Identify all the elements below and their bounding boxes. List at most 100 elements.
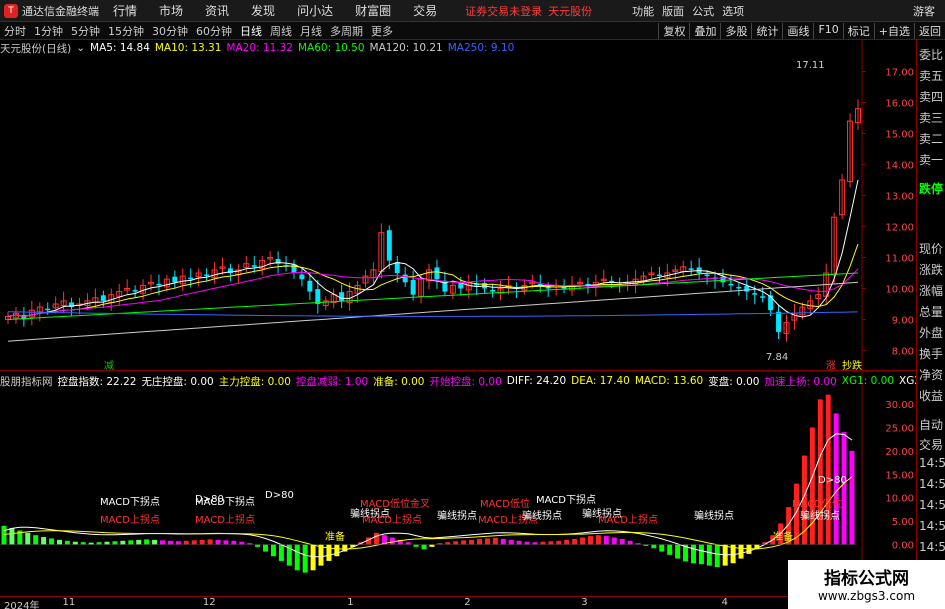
period-more[interactable]: 更多 bbox=[367, 23, 397, 39]
side-panel-item[interactable]: 收益 bbox=[919, 387, 945, 404]
side-panel-item[interactable]: 卖一 bbox=[919, 151, 945, 168]
watermark-url: www.zbgs3.com bbox=[817, 589, 916, 603]
side-panel-item[interactable]: 涨幅 bbox=[919, 282, 945, 299]
macd-bar bbox=[540, 541, 546, 545]
macd-tick: 0.00 bbox=[892, 541, 914, 552]
macd-bar bbox=[405, 542, 411, 545]
price-tick: 10.00 bbox=[885, 285, 914, 296]
macd-bar bbox=[627, 540, 633, 545]
indicator-value-12: XG1: 0.00 bbox=[841, 375, 895, 387]
side-panel-item[interactable]: 14:56 bbox=[919, 519, 945, 533]
add-watchlist-button[interactable]: +自选 bbox=[873, 22, 914, 39]
period-30min[interactable]: 30分钟 bbox=[148, 23, 192, 39]
period-weekly[interactable]: 周线 bbox=[266, 23, 296, 39]
macd-bar bbox=[152, 539, 158, 545]
menu-exchange[interactable]: 市场 bbox=[159, 2, 183, 19]
period-1min[interactable]: 1分钟 bbox=[30, 23, 67, 39]
period-5min[interactable]: 5分钟 bbox=[67, 23, 104, 39]
period-tick[interactable]: 分时 bbox=[0, 23, 30, 39]
side-panel-item[interactable]: 总量 bbox=[919, 303, 945, 320]
chevron-down-icon[interactable]: ⌄ bbox=[76, 42, 85, 54]
macd-bar bbox=[215, 539, 221, 545]
macd-bar bbox=[72, 541, 78, 545]
indicator-chart[interactable]: 30.00 25.00 20.00 15.00 10.00 5.00 0.00 MACD下拐… bbox=[0, 372, 916, 594]
menu-discover[interactable]: 发现 bbox=[251, 2, 275, 19]
period-toolbar: 分时 1分钟 5分钟 15分钟 30分钟 60分钟 日线 周线 月线 多周期 更… bbox=[0, 22, 945, 40]
side-panel-item[interactable]: 14:56 bbox=[919, 498, 945, 512]
draw-line-button[interactable]: 画线 bbox=[782, 22, 813, 39]
menu-layout[interactable]: 版面 bbox=[662, 3, 684, 19]
macd-bar bbox=[595, 535, 601, 545]
app-title: 通达信金融终端 bbox=[22, 4, 99, 18]
macd-bar bbox=[421, 544, 427, 550]
macd-bar bbox=[302, 544, 308, 573]
indicator-value-6: 开始控盘: 0.00 bbox=[429, 375, 502, 388]
side-panel-item[interactable]: 14:56 bbox=[919, 540, 945, 554]
side-panel-item[interactable]: 涨跌 bbox=[919, 261, 945, 278]
indicator-value-0: 股朋指标网 bbox=[0, 375, 53, 388]
side-panel-item[interactable]: 14:56 bbox=[919, 477, 945, 491]
side-panel-item[interactable]: 卖五 bbox=[919, 67, 945, 84]
macd-bar bbox=[572, 538, 578, 545]
f10-button[interactable]: F10 bbox=[813, 22, 842, 39]
side-panel-item[interactable]: 卖二 bbox=[919, 130, 945, 147]
overlay-button[interactable]: 叠加 bbox=[689, 22, 720, 39]
macd-bar bbox=[492, 537, 498, 545]
app-logo-icon: T bbox=[4, 3, 18, 18]
signal-annotation: MACD下拐点 bbox=[195, 495, 255, 508]
macd-bar bbox=[49, 538, 55, 545]
signal-label-sell: 减 bbox=[104, 360, 114, 370]
side-panel-item[interactable]: 外盘 bbox=[919, 324, 945, 341]
macd-bar bbox=[191, 540, 197, 545]
menu-ask[interactable]: 问小达 bbox=[297, 2, 333, 19]
period-60min[interactable]: 60分钟 bbox=[192, 23, 236, 39]
side-panel-item[interactable]: 14:56 bbox=[919, 456, 945, 470]
menu-formula[interactable]: 公式 bbox=[692, 3, 714, 19]
macd-bar bbox=[128, 540, 134, 545]
macd-bar bbox=[532, 542, 538, 545]
pane-divider[interactable] bbox=[0, 370, 916, 371]
menu-trade[interactable]: 交易 bbox=[413, 2, 437, 19]
menu-function[interactable]: 功能 bbox=[632, 3, 654, 19]
candlestick-chart[interactable]: 17.00 16.00 15.00 14.00 13.00 12.00 11.00 10.00… bbox=[0, 40, 916, 370]
side-panel-item[interactable]: 现价 bbox=[919, 240, 945, 257]
side-panel-item[interactable]: 净资 bbox=[919, 366, 945, 383]
side-panel-item[interactable]: 交易 bbox=[919, 436, 945, 453]
low-price-label: 7.84 bbox=[766, 352, 788, 363]
macd-bar bbox=[9, 528, 15, 545]
period-15min[interactable]: 15分钟 bbox=[104, 23, 148, 39]
candle-body bbox=[251, 265, 257, 267]
candle-body bbox=[188, 277, 194, 280]
price-tick: 8.00 bbox=[892, 347, 914, 358]
macd-bar bbox=[698, 544, 704, 565]
date-tick: 3 bbox=[581, 597, 588, 608]
period-multi[interactable]: 多周期 bbox=[326, 23, 367, 39]
side-panel-item[interactable]: 卖三 bbox=[919, 109, 945, 126]
period-daily[interactable]: 日线 bbox=[236, 23, 266, 39]
menu-market[interactable]: 行情 bbox=[113, 2, 137, 19]
restore-right-button[interactable]: 复权 bbox=[658, 22, 689, 39]
side-panel-item[interactable]: 换手 bbox=[919, 345, 945, 362]
macd-bar bbox=[334, 544, 340, 557]
side-panel-item[interactable]: 卖四 bbox=[919, 88, 945, 105]
multi-stock-button[interactable]: 多股 bbox=[720, 22, 751, 39]
macd-tick: 25.00 bbox=[885, 423, 914, 434]
macd-bar bbox=[675, 544, 681, 559]
period-monthly[interactable]: 月线 bbox=[296, 23, 326, 39]
side-panel-item[interactable]: 自动 bbox=[919, 416, 945, 433]
back-button[interactable]: 返回 bbox=[914, 22, 945, 39]
statistics-button[interactable]: 统计 bbox=[751, 22, 782, 39]
guest-label[interactable]: 游客 bbox=[913, 3, 935, 19]
stock-name-title: 天元股份 bbox=[548, 4, 593, 18]
indicator-value-2: 无庄控盘: 0.00 bbox=[141, 375, 214, 388]
menu-wealth[interactable]: 财富圈 bbox=[355, 2, 391, 19]
date-axis: 2024年 11 12 1 2 3 4 bbox=[0, 596, 790, 609]
signal-annotation: MACD下拐点 bbox=[100, 495, 160, 508]
side-panel-item[interactable]: 跌停 bbox=[919, 180, 945, 197]
side-panel-item[interactable]: 委比 bbox=[919, 46, 945, 63]
login-warning[interactable]: 证券交易未登录 bbox=[465, 3, 542, 19]
watermark-badge: 指标公式网 www.zbgs3.com bbox=[788, 560, 945, 609]
menu-news[interactable]: 资讯 bbox=[205, 2, 229, 19]
menu-options[interactable]: 选项 bbox=[722, 3, 744, 19]
mark-button[interactable]: 标记 bbox=[842, 22, 874, 39]
